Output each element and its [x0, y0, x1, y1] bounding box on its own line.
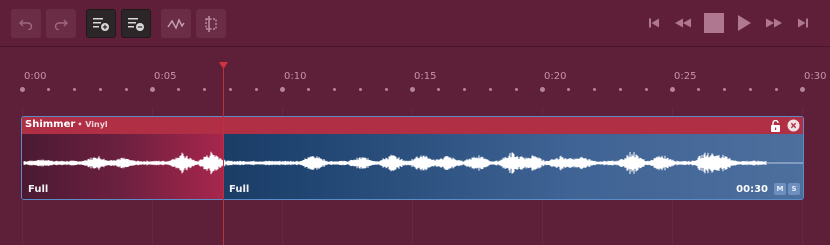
audio-clip[interactable]: Shimmer • Vinyl Full Full 00:30 M S	[21, 116, 804, 200]
ruler-minor-tick	[436, 87, 440, 91]
ruler-minor-tick	[176, 87, 180, 91]
remove-track-button[interactable]	[121, 9, 151, 38]
envelope-button[interactable]	[161, 9, 191, 38]
ruler-minor-tick	[98, 87, 102, 91]
ruler-major-tick	[409, 86, 415, 92]
ruler-minor-tick	[644, 87, 648, 91]
list-remove-icon	[128, 17, 144, 31]
ruler-minor-tick	[566, 87, 570, 91]
clip-end-label: Full	[229, 184, 250, 195]
ruler-minor-tick	[384, 87, 388, 91]
ruler-major-tick	[669, 86, 675, 92]
ruler-minor-tick	[592, 87, 596, 91]
play-button[interactable]	[734, 13, 754, 33]
skip-to-start-button[interactable]	[645, 13, 663, 33]
ruler-minor-tick	[72, 87, 76, 91]
envelope-icon	[167, 17, 185, 30]
fast-forward-icon	[766, 18, 782, 28]
skip-to-end-button[interactable]	[794, 13, 812, 33]
ruler-major-tick	[539, 86, 545, 92]
playhead[interactable]	[223, 66, 224, 245]
ruler-minor-tick	[228, 87, 232, 91]
ruler-label: 0:30	[804, 71, 827, 82]
ruler-major-tick	[799, 86, 805, 92]
list-add-icon	[93, 17, 109, 31]
ruler-label: 0:05	[154, 71, 177, 82]
ruler-minor-tick	[488, 87, 492, 91]
play-icon	[738, 15, 751, 31]
ruler-major-tick	[279, 86, 285, 92]
ruler-minor-tick	[696, 87, 700, 91]
ruler-minor-tick	[358, 87, 362, 91]
stop-icon	[704, 13, 724, 33]
ruler-label: 0:10	[284, 71, 307, 82]
ruler-minor-tick	[462, 87, 466, 91]
ruler-major-tick	[19, 86, 25, 92]
skip-to-start-icon	[649, 18, 659, 28]
ruler-minor-tick	[618, 87, 622, 91]
crop-icon	[205, 15, 217, 32]
waveform	[23, 151, 803, 175]
clip-name: Shimmer	[25, 119, 76, 130]
close-icon	[787, 119, 800, 132]
ruler-minor-tick	[722, 87, 726, 91]
ruler-label: 0:25	[674, 71, 697, 82]
ruler-label: 0:00	[24, 71, 47, 82]
ruler-minor-tick	[254, 87, 258, 91]
redo-icon	[54, 19, 68, 30]
undo-icon	[19, 19, 33, 30]
ruler-minor-tick	[748, 87, 752, 91]
mute-button[interactable]: M	[774, 183, 786, 195]
undo-button[interactable]	[11, 9, 41, 38]
skip-to-end-icon	[798, 18, 808, 28]
ruler-minor-tick	[46, 87, 50, 91]
waveform-path	[23, 151, 767, 175]
trim-button[interactable]	[196, 9, 226, 38]
ruler-minor-tick	[124, 87, 128, 91]
ruler-minor-tick	[306, 87, 310, 91]
toolbar	[0, 0, 830, 47]
ruler-major-tick	[149, 86, 155, 92]
unlock-icon	[771, 119, 780, 132]
lock-button[interactable]	[769, 119, 782, 132]
ruler-minor-tick	[332, 87, 336, 91]
clip-subtitle: • Vinyl	[77, 120, 108, 129]
timeline-ruler[interactable]: 0:00 0:05 0:10 0:15 0:20 0:25 0:30	[0, 47, 830, 107]
clip-duration: 00:30	[736, 184, 768, 195]
clip-header[interactable]: Shimmer • Vinyl	[22, 117, 803, 134]
solo-button[interactable]: S	[788, 183, 800, 195]
stop-button[interactable]	[703, 13, 725, 33]
close-clip-button[interactable]	[787, 119, 800, 132]
ruler-label: 0:15	[414, 71, 437, 82]
clip-start-label: Full	[28, 184, 49, 195]
ruler-minor-tick	[202, 87, 206, 91]
ruler-minor-tick	[774, 87, 778, 91]
rewind-icon	[675, 18, 691, 28]
add-track-button[interactable]	[86, 9, 116, 38]
clip-title: Shimmer • Vinyl	[25, 119, 108, 130]
fast-forward-button[interactable]	[762, 13, 786, 33]
redo-button[interactable]	[46, 9, 76, 38]
ruler-minor-tick	[514, 87, 518, 91]
rewind-button[interactable]	[671, 13, 695, 33]
ruler-label: 0:20	[544, 71, 567, 82]
